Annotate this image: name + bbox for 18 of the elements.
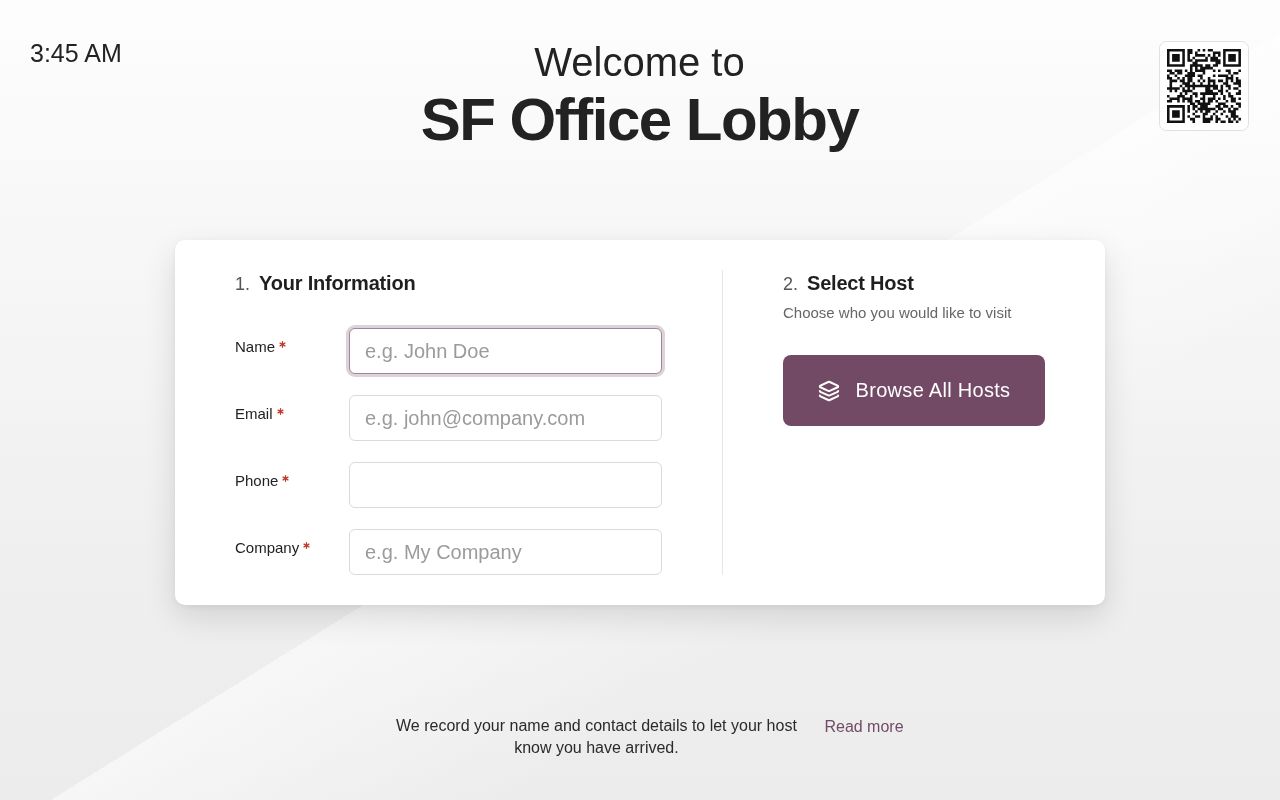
qr-code-icon: [1159, 41, 1249, 131]
field-label: Name: [235, 338, 275, 356]
field-label: Company: [235, 539, 300, 557]
step-number: 2.: [783, 273, 798, 296]
section-heading: Select Host: [807, 271, 914, 296]
layers-icon: [817, 379, 840, 402]
location-title: SF Office Lobby: [420, 86, 859, 154]
clock-time: 3:45 AM: [30, 38, 122, 68]
field-label: Email: [235, 405, 273, 423]
read-more-link[interactable]: Read more: [824, 715, 904, 738]
browse-hosts-button[interactable]: Browse All Hosts: [783, 355, 1045, 426]
section-heading: Your Information: [259, 271, 416, 296]
input-field[interactable]: e.g. John Doe: [349, 328, 662, 374]
field-label: Phone: [235, 472, 279, 490]
welcome-text: Welcome to: [534, 39, 745, 86]
step-number: 1.: [235, 273, 250, 296]
privacy-notice: We record your name and contact details to let your host know you have arrived.: [395, 716, 798, 758]
section-subtitle: Choose who you would like to visit: [783, 304, 1012, 322]
